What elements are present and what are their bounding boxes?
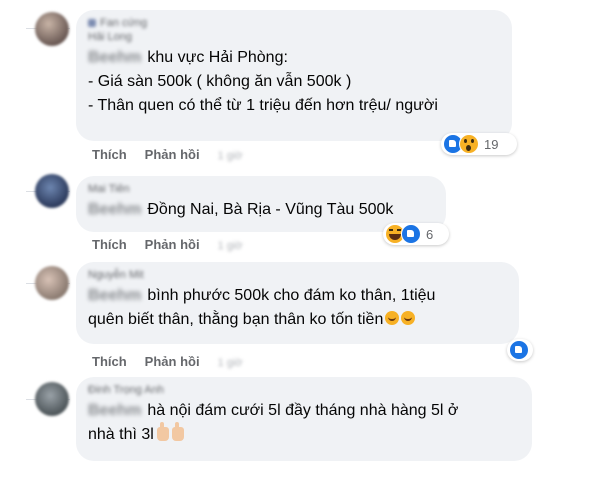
reply-button[interactable]: Phản hồi (145, 147, 200, 162)
comment-actions: Thích Phản hồi 1 giờ (92, 237, 261, 252)
avatar[interactable] (35, 266, 69, 300)
reaction-summary[interactable]: 19 (441, 133, 517, 155)
reaction-count: 19 (484, 136, 499, 152)
comment-bubble: Đinh Trọng Anh Beehm hà nội đám cưới 5l đ… (76, 377, 532, 461)
thumbs-up-emoji (156, 422, 169, 441)
like-button[interactable]: Thích (92, 354, 127, 369)
timestamp[interactable]: 1 giờ (218, 357, 243, 369)
comment-line: Beehm Đồng Nai, Bà Rịa - Vũng Tàu 500k (88, 198, 434, 222)
comment-line: Beehm hà nội đám cưới 5l đầy tháng nhà hà… (88, 399, 520, 423)
reply-button[interactable]: Phản hồi (145, 354, 200, 369)
comment-line: Beehm khu vực Hải Phòng: (88, 46, 500, 70)
reaction-summary[interactable] (507, 339, 533, 361)
top-fan-badge-icon (88, 19, 96, 28)
comment-author[interactable]: Fan cứng (88, 16, 500, 29)
thumbs-up-emoji (171, 422, 184, 441)
mention-link[interactable]: Beehm (88, 284, 141, 308)
timestamp[interactable]: 1 giờ (218, 150, 243, 162)
upside-down-face-emoji (401, 311, 416, 325)
like-icon (401, 224, 421, 244)
avatar[interactable] (35, 174, 69, 208)
comment-bubble: Fan cứng Hải Long Beehm khu vực Hải Phòng… (76, 10, 512, 141)
comment-line: - Thân quen có thể từ 1 triệu đến hơn tr… (88, 97, 438, 114)
comment-line: - Giá sàn 500k ( không ăn vẫn 500k ) (88, 73, 352, 90)
reaction-summary[interactable]: 6 (383, 223, 449, 245)
reaction-count: 6 (426, 226, 434, 242)
comment-bubble: Nguyễn Mit Beehm bình phước 500k cho đám … (76, 262, 519, 344)
reply-button[interactable]: Phản hồi (145, 237, 200, 252)
upside-down-face-emoji (385, 311, 400, 325)
avatar[interactable] (35, 12, 69, 46)
comment-actions: Thích Phản hồi 1 giờ (92, 147, 261, 162)
like-button[interactable]: Thích (92, 237, 127, 252)
wow-icon (459, 134, 479, 154)
mention-link[interactable]: Beehm (88, 198, 141, 222)
comment-line: quên biết thân, thằng bạn thân ko tốn ti… (88, 308, 507, 332)
like-icon (509, 340, 529, 360)
comment-author-name[interactable]: Hải Long (88, 30, 500, 44)
comment-actions: Thích Phản hồi 1 giờ (92, 354, 261, 369)
mention-link[interactable]: Beehm (88, 399, 141, 423)
avatar[interactable] (35, 382, 69, 416)
comment-line: nhà thì 3l (88, 422, 520, 447)
comment-author-name[interactable]: Nguyễn Mit (88, 268, 507, 282)
mention-link[interactable]: Beehm (88, 46, 141, 70)
comment-author-name[interactable]: Mai Tiên (88, 182, 434, 196)
comment-author-name[interactable]: Đinh Trọng Anh (88, 383, 520, 397)
timestamp[interactable]: 1 giờ (218, 240, 243, 252)
comment-line: Beehm bình phước 500k cho đám ko thân, 1t… (88, 284, 507, 308)
like-button[interactable]: Thích (92, 147, 127, 162)
